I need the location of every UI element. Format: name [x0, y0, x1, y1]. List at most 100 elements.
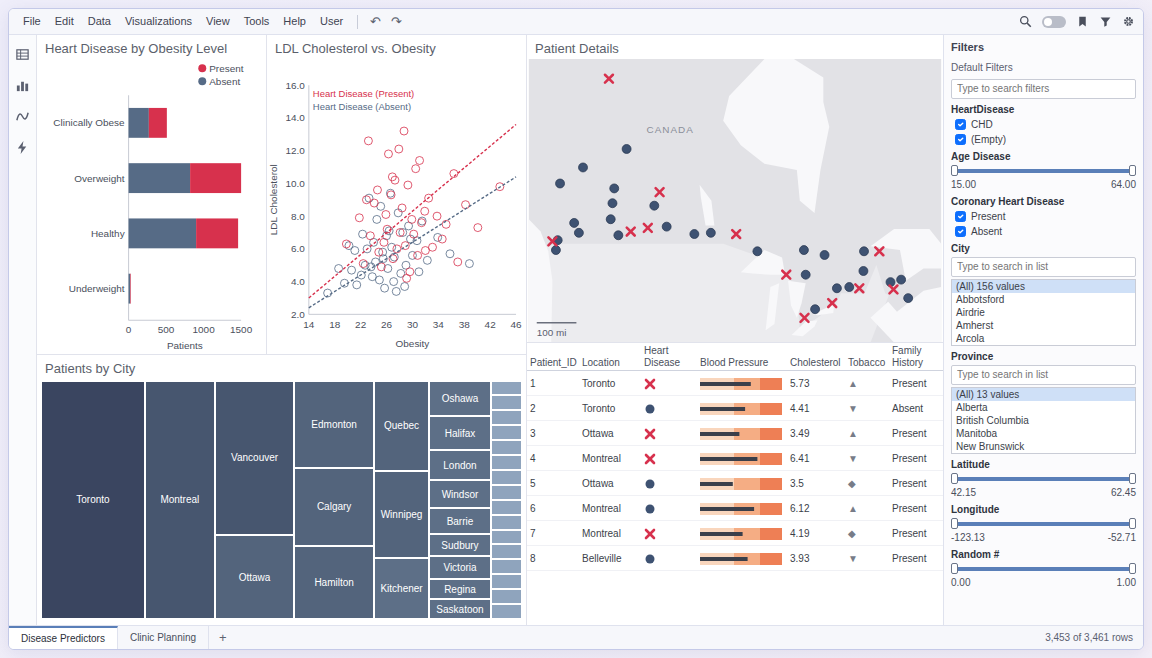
patient-marker[interactable] [811, 304, 820, 313]
patient-marker[interactable] [622, 144, 631, 153]
patient-marker[interactable] [662, 222, 671, 231]
patient-marker[interactable] [897, 275, 906, 284]
data-point[interactable] [401, 282, 409, 290]
data-point[interactable] [474, 223, 482, 231]
map[interactable]: CANADA100 mi [527, 59, 943, 343]
heart-disease-marker[interactable] [828, 299, 836, 307]
data-point[interactable] [400, 127, 408, 135]
bar-segment[interactable] [129, 107, 149, 137]
menu-item[interactable]: Visualizations [119, 11, 198, 32]
treemap-cell[interactable]: Regina [429, 579, 491, 599]
heart-disease-marker[interactable] [627, 227, 635, 235]
column-header[interactable]: Patient_ID [527, 343, 579, 371]
bookmark-icon[interactable] [1076, 15, 1089, 28]
list-item[interactable]: Abbotsford [952, 293, 1135, 306]
lightning-icon[interactable] [15, 140, 30, 155]
heart-disease-marker[interactable] [732, 230, 740, 238]
treemap-cell[interactable] [491, 530, 522, 545]
treemap-cell[interactable] [491, 455, 522, 470]
range-handle[interactable] [1129, 518, 1136, 529]
column-header[interactable]: Blood Pressure [697, 343, 787, 371]
add-tab-button[interactable]: + [209, 626, 237, 649]
data-point[interactable] [398, 203, 406, 211]
list-item[interactable]: Manitoba [952, 427, 1135, 440]
data-point[interactable] [446, 249, 454, 257]
data-point[interactable] [390, 277, 398, 285]
patient-marker[interactable] [574, 228, 583, 237]
patient-marker[interactable] [610, 183, 619, 192]
heart-disease-marker[interactable] [782, 270, 790, 278]
patient-marker[interactable] [556, 179, 565, 188]
patient-marker[interactable] [799, 245, 808, 254]
data-point[interactable] [355, 213, 363, 221]
data-point[interactable] [384, 149, 392, 157]
treemap-cell[interactable]: Hamilton [294, 546, 374, 619]
range-handle[interactable] [1129, 165, 1136, 176]
data-point[interactable] [361, 261, 369, 269]
heart-disease-marker[interactable] [644, 223, 652, 231]
heart-disease-marker[interactable] [656, 188, 664, 196]
treemap-cell[interactable]: Kitchener [374, 558, 429, 619]
treemap-cell[interactable]: Montreal [145, 381, 215, 620]
range-handle[interactable] [951, 563, 958, 574]
filter-icon[interactable] [1099, 15, 1112, 28]
treemap-cell[interactable] [491, 500, 522, 515]
menu-item[interactable]: View [200, 11, 236, 32]
treemap-cell[interactable]: Ottawa [215, 535, 295, 619]
patient-marker[interactable] [608, 198, 617, 207]
list-item[interactable]: Airdrie [952, 306, 1135, 319]
data-point[interactable] [368, 272, 376, 280]
list-item[interactable]: New Brunswick [952, 440, 1135, 453]
patient-marker[interactable] [904, 293, 913, 302]
map-panel[interactable]: Patient Details CANADA100 mi [527, 35, 943, 343]
range-track[interactable] [955, 567, 1132, 571]
table-row[interactable]: 8Belleville3.93▼Present [527, 546, 943, 571]
treemap-cell[interactable]: Vancouver [215, 381, 295, 536]
data-point[interactable] [415, 267, 423, 275]
data-point[interactable] [450, 169, 458, 177]
treemap-cell[interactable] [491, 574, 522, 589]
data-point[interactable] [359, 259, 367, 267]
bar-segment[interactable] [196, 218, 238, 248]
bar-segment[interactable] [129, 273, 131, 303]
treemap-cell[interactable]: Sudbury [429, 534, 491, 557]
gear-icon[interactable] [1122, 15, 1135, 28]
data-point[interactable] [388, 243, 396, 251]
patient-marker[interactable] [832, 283, 841, 292]
bar-chart-icon[interactable] [15, 78, 30, 93]
search-icon[interactable] [1019, 15, 1032, 28]
heart-disease-marker[interactable] [890, 285, 898, 293]
filter-title[interactable]: Longitude [951, 503, 1136, 516]
checkbox[interactable] [955, 134, 966, 145]
filter-title[interactable]: Coronary Heart Disease [951, 195, 1136, 208]
treemap-cell[interactable] [491, 515, 522, 530]
checkbox[interactable] [955, 211, 966, 222]
table-icon[interactable] [15, 47, 30, 62]
treemap-cell[interactable] [491, 381, 522, 396]
table-row[interactable]: 3Ottawa3.49▲Present [527, 421, 943, 446]
bar-segment[interactable] [129, 163, 191, 193]
treemap-cell[interactable] [491, 544, 522, 559]
data-point[interactable] [387, 190, 395, 198]
data-point[interactable] [380, 238, 388, 246]
data-point[interactable] [433, 212, 441, 220]
checkbox-row[interactable]: Absent [951, 225, 1136, 238]
data-point[interactable] [404, 181, 412, 189]
data-point[interactable] [392, 287, 400, 295]
menu-item[interactable]: File [17, 11, 47, 32]
filter-title[interactable]: City [951, 242, 1136, 255]
data-point[interactable] [438, 235, 446, 243]
map-area[interactable]: CANADA100 mi [527, 59, 943, 343]
heart-disease-marker[interactable] [801, 313, 809, 321]
data-point[interactable] [395, 145, 403, 153]
table-row[interactable]: 2Toronto4.41▼Absent [527, 396, 943, 421]
filter-title[interactable]: HeartDisease [951, 103, 1136, 116]
data-point[interactable] [366, 231, 374, 239]
patient-marker[interactable] [801, 270, 810, 279]
checkbox-row[interactable]: CHD [951, 118, 1136, 131]
patient-marker[interactable] [614, 230, 623, 239]
table-row[interactable]: 1Toronto5.73▲Present [527, 371, 943, 396]
range-handle[interactable] [951, 518, 958, 529]
patient-marker[interactable] [820, 250, 829, 259]
treemap-cell[interactable]: Barrie [429, 508, 491, 533]
